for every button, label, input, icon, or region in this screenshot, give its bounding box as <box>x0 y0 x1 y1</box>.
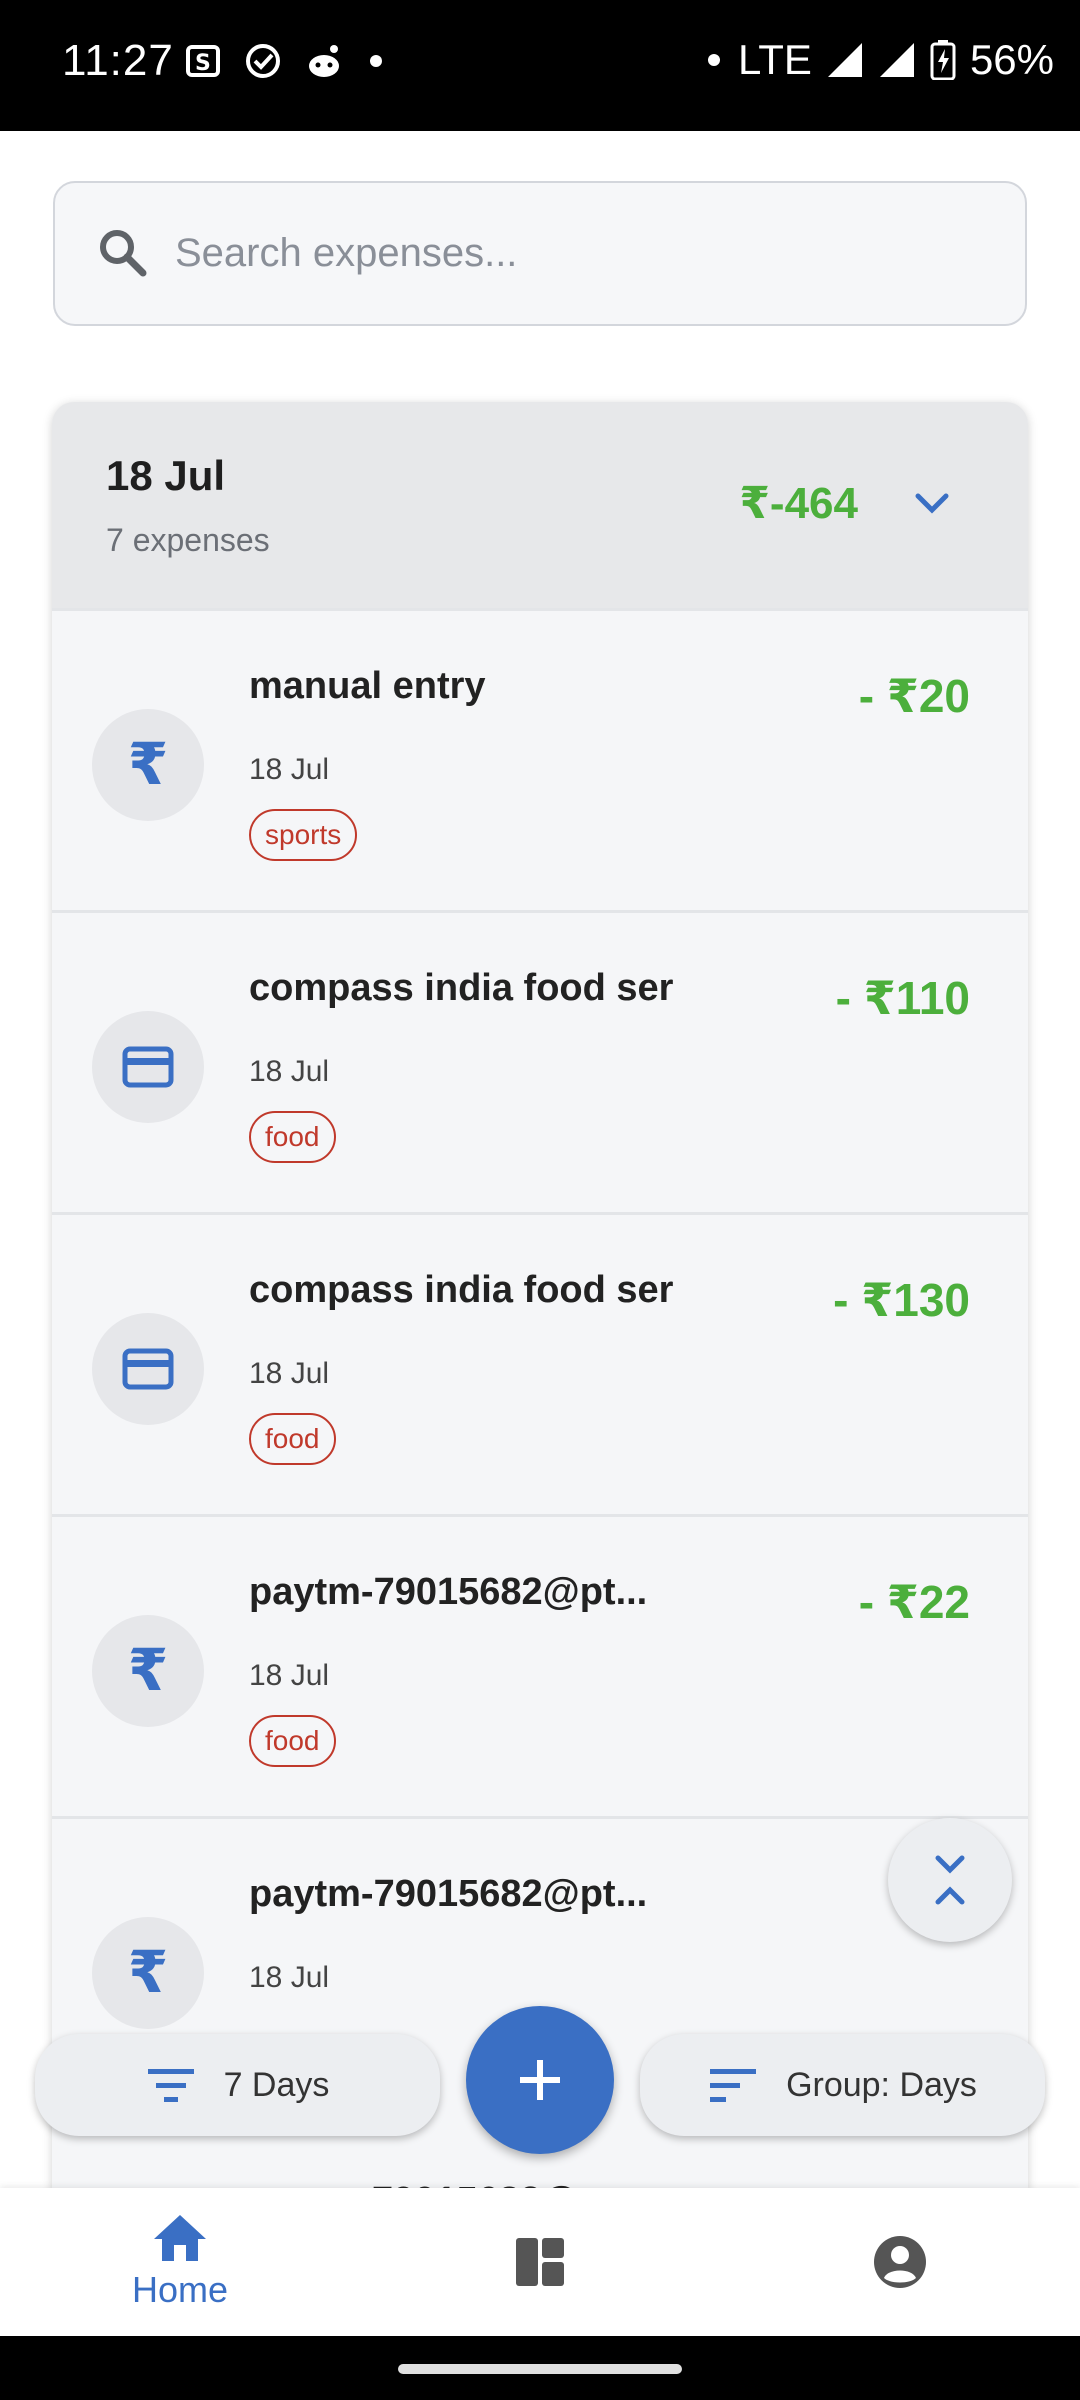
app-s-icon: S <box>186 45 220 77</box>
group-by-button[interactable]: Group: Days <box>640 2034 1045 2136</box>
expense-row[interactable]: compass india food ser 18 Jul food - ₹11… <box>52 910 1028 1212</box>
expense-date: 18 Jul <box>249 753 330 786</box>
expense-title: compass india food ser <box>249 1269 674 1311</box>
expense-row[interactable]: ₹ paytm-79015682@pt... 18 Jul food - ₹22 <box>52 1514 1028 1816</box>
nav-home-label: Home <box>131 2269 229 2310</box>
group-count: 7 expenses <box>106 522 270 558</box>
filter-button[interactable]: 7 Days <box>35 2034 440 2136</box>
nav-home[interactable]: Home <box>0 2188 360 2336</box>
expense-title: compass india food ser <box>249 967 674 1009</box>
expense-date: 18 Jul <box>249 1357 330 1390</box>
battery-charging-icon <box>930 40 956 80</box>
home-icon <box>154 2215 206 2261</box>
expense-date: 18 Jul <box>249 1659 330 1692</box>
chevron-down-icon[interactable] <box>912 490 952 518</box>
expense-title: manual entry <box>249 665 486 707</box>
expense-amount: - ₹110 <box>835 972 970 1024</box>
expense-amount: - ₹130 <box>833 1274 970 1326</box>
home-indicator[interactable] <box>398 2364 682 2374</box>
collapse-all-button[interactable] <box>888 1818 1012 1942</box>
rupee-icon: ₹ <box>92 709 204 821</box>
expense-date: 18 Jul <box>249 1055 330 1088</box>
network-type: LTE <box>738 36 812 83</box>
status-bar: 11:27 S LTE 56% <box>0 0 1080 131</box>
check-circle-icon <box>246 44 280 78</box>
expense-title: paytm-79015682@pt... <box>249 1571 648 1613</box>
expense-group-card: 18 Jul 7 expenses ₹-464 ₹ manual entry 1… <box>52 402 1028 2192</box>
plus-icon <box>520 2060 560 2100</box>
category-tag: food <box>249 1715 336 1767</box>
expense-amount: - ₹22 <box>858 1576 970 1628</box>
expense-date: 18 Jul <box>249 1961 330 1994</box>
nav-profile[interactable] <box>720 2188 1080 2336</box>
expense-amount: - ₹20 <box>858 670 970 722</box>
expense-row[interactable]: ₹ manual entry 18 Jul sports - ₹20 <box>52 608 1028 910</box>
category-tag: food <box>249 1111 336 1163</box>
search-placeholder: Search expenses... <box>175 231 518 275</box>
rupee-icon: ₹ <box>92 1917 204 2029</box>
notification-icons: S <box>184 42 386 80</box>
reddit-icon <box>309 45 339 77</box>
group-by-label: Group: Days <box>786 2065 977 2104</box>
filter-label: 7 Days <box>223 2065 330 2104</box>
category-tag: food <box>249 1413 336 1465</box>
signal-icon <box>879 43 914 77</box>
group-total: ₹-464 <box>739 479 858 528</box>
gesture-bar <box>0 2336 1080 2400</box>
expense-row[interactable]: compass india food ser 18 Jul food - ₹13… <box>52 1212 1028 1514</box>
dot-icon <box>370 55 382 67</box>
dot-icon <box>708 54 721 66</box>
bottom-nav: Home <box>0 2188 1080 2336</box>
signal-icon <box>827 43 862 77</box>
system-icons: LTE 56% <box>704 36 1054 84</box>
group-date: 18 Jul <box>106 452 226 499</box>
battery-level: 56% <box>969 36 1054 83</box>
category-tag: sports <box>249 809 358 861</box>
expense-title: paytm-79015682@pt... <box>249 1873 648 1915</box>
svg-text:S: S <box>195 51 211 76</box>
sort-icon <box>710 2069 757 2102</box>
account-circle-icon <box>874 2236 926 2288</box>
collapse-icon <box>935 1855 965 1905</box>
rupee-icon: ₹ <box>92 1615 204 1727</box>
search-input[interactable]: Search expenses... <box>53 181 1027 326</box>
group-header[interactable]: 18 Jul 7 expenses ₹-464 <box>52 402 1028 608</box>
status-time: 11:27 <box>62 36 174 85</box>
nav-dashboard[interactable] <box>360 2188 720 2336</box>
add-expense-button[interactable] <box>466 2006 614 2154</box>
filter-icon <box>147 2069 194 2102</box>
search-icon <box>100 230 147 277</box>
card-icon <box>92 1313 204 1425</box>
dashboard-icon <box>516 2238 564 2286</box>
card-icon <box>92 1011 204 1123</box>
